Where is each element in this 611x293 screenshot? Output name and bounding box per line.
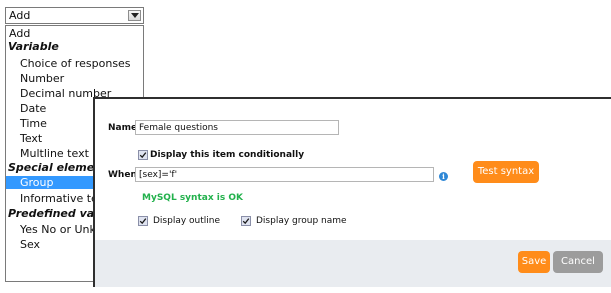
option-choice-of-responses[interactable]: Choice of responses	[6, 57, 145, 70]
select-value: Add	[9, 9, 31, 22]
cancel-button[interactable]: Cancel	[553, 251, 603, 273]
dialog-footer: Save Cancel	[95, 240, 611, 287]
group-settings-dialog: Name Female questions Display this item …	[93, 97, 611, 287]
display-conditionally-label: Display this item conditionally	[150, 150, 305, 160]
display-group-name-checkbox[interactable]	[241, 216, 251, 226]
option-number[interactable]: Number	[6, 72, 145, 85]
display-outline-label: Display outline	[153, 216, 221, 226]
option-add[interactable]: Add	[6, 27, 30, 40]
display-group-name-label: Display group name	[256, 216, 347, 226]
display-conditionally-checkbox[interactable]	[138, 150, 148, 160]
syntax-status: MySQL syntax is OK	[142, 193, 243, 203]
info-icon[interactable]: i	[439, 172, 448, 181]
save-button[interactable]: Save	[518, 251, 550, 273]
when-label: When	[108, 170, 137, 180]
name-input[interactable]: Female questions	[135, 120, 339, 135]
name-label: Name	[108, 123, 138, 133]
display-outline-checkbox[interactable]	[138, 216, 148, 226]
optgroup-variable: Variable	[8, 40, 59, 53]
add-element-select[interactable]: Add	[5, 7, 144, 24]
when-input[interactable]: [sex]='f'	[135, 167, 434, 182]
chevron-down-icon[interactable]	[128, 10, 141, 21]
test-syntax-button[interactable]: Test syntax	[473, 161, 539, 183]
